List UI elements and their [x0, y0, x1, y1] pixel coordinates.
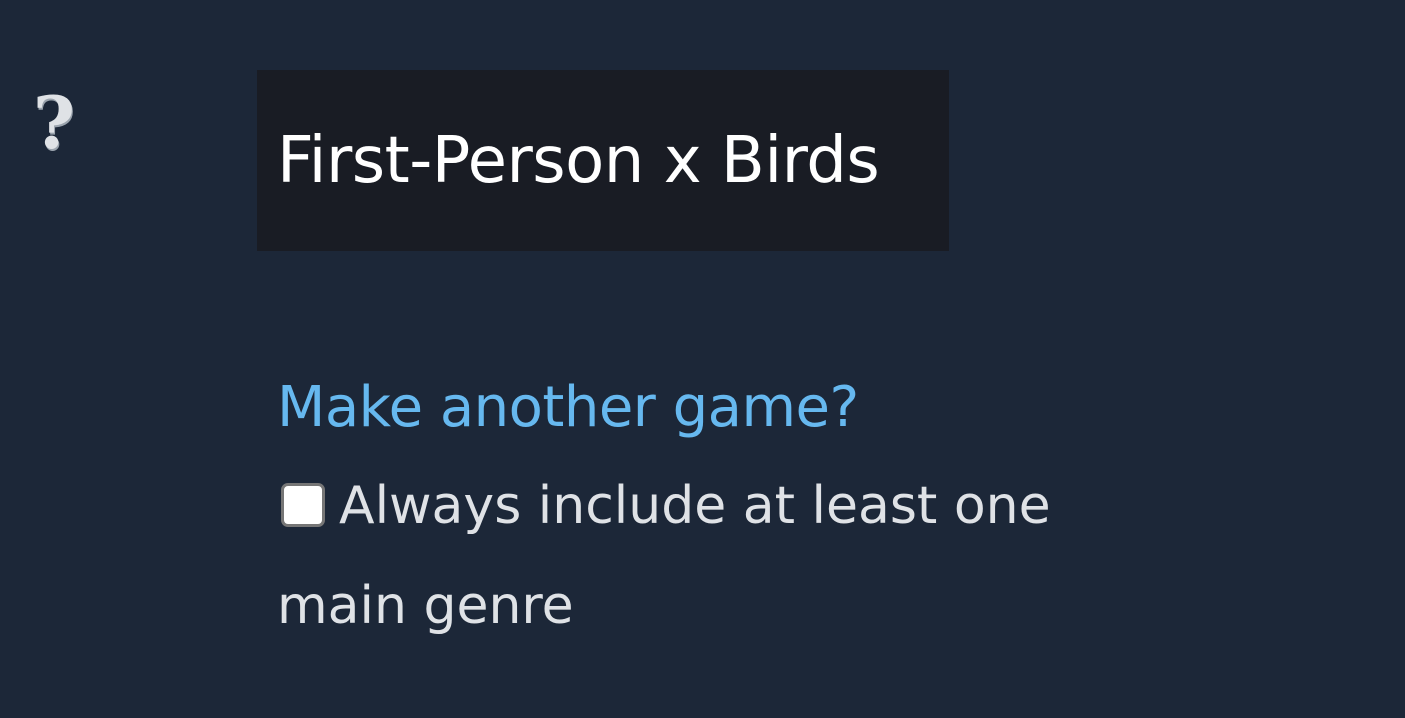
include-main-genre-label-line2: main genre [277, 576, 574, 636]
include-main-genre-label-line1: Always include at least one [339, 476, 1051, 536]
make-another-game-link[interactable]: Make another game? [277, 372, 859, 444]
help-icon[interactable]: ? [28, 78, 80, 168]
option-first-line: Always include at least one [277, 456, 1077, 556]
include-main-genre-checkbox[interactable] [281, 483, 325, 527]
game-title: First-Person x Birds [277, 123, 880, 198]
game-title-box: First-Person x Birds [257, 70, 949, 251]
question-mark-icon: ? [32, 80, 76, 165]
include-main-genre-option: Always include at least one main genre [277, 456, 1077, 656]
